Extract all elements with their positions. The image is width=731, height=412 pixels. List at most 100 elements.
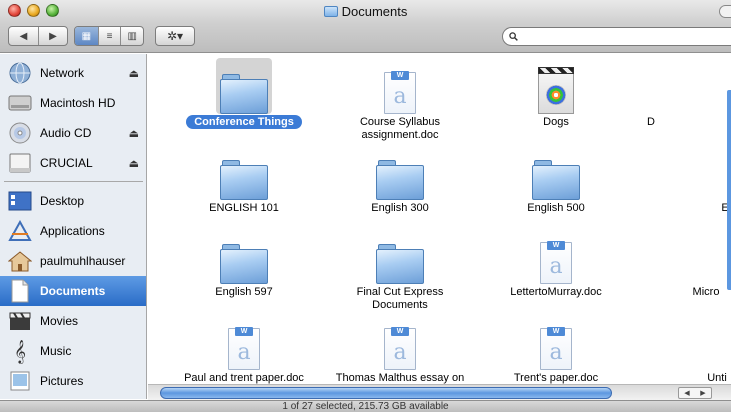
action-menu-button[interactable]: ✲▾ bbox=[155, 26, 195, 46]
file-name: Paul and trent paper.doc bbox=[184, 372, 304, 384]
sidebar-item-desktop[interactable]: Desktop bbox=[0, 186, 146, 216]
sidebar-item-music[interactable]: 𝄞 Music bbox=[0, 336, 146, 366]
word-document-icon: Wa bbox=[372, 58, 428, 114]
sidebar-item-crucial[interactable]: CRUCIAL ⏏ bbox=[0, 148, 146, 178]
file-item[interactable]: Final Cut Express Documents bbox=[330, 228, 470, 312]
search-field[interactable] bbox=[502, 27, 731, 46]
file-item[interactable]: Unti bbox=[703, 314, 731, 384]
external-drive-icon bbox=[7, 151, 33, 175]
file-name: ENGLISH 101 bbox=[209, 202, 279, 214]
partial-file-icon bbox=[641, 58, 661, 114]
file-name: English 597 bbox=[215, 286, 273, 298]
magnifier-icon bbox=[509, 32, 518, 41]
file-item[interactable]: Wa Thomas Malthus essay on bbox=[330, 314, 470, 384]
file-name: Course Syllabus assignment.doc bbox=[359, 116, 441, 141]
sidebar-item-home[interactable]: paulmuhlhauser bbox=[0, 246, 146, 276]
sidebar-item-label: Pictures bbox=[40, 374, 84, 388]
scroll-right-button[interactable]: ▶ bbox=[695, 388, 711, 398]
music-icon: 𝄞 bbox=[14, 339, 26, 363]
folder-icon bbox=[216, 228, 272, 284]
file-name: Thomas Malthus essay on bbox=[335, 372, 465, 384]
pictures-icon bbox=[7, 369, 33, 393]
file-item[interactable]: English 500 bbox=[486, 144, 626, 215]
file-item[interactable]: Wa Course Syllabus assignment.doc bbox=[330, 58, 470, 142]
network-globe-icon bbox=[7, 61, 33, 85]
scroll-left-button[interactable]: ◀ bbox=[679, 388, 695, 398]
file-item[interactable]: Wa Trent's paper.doc bbox=[486, 314, 626, 384]
scroll-arrows: ◀ ▶ bbox=[678, 387, 712, 399]
movies-icon bbox=[7, 309, 33, 333]
window-title: Documents bbox=[0, 4, 731, 19]
eject-icon[interactable]: ⏏ bbox=[129, 67, 139, 80]
sidebar-item-documents[interactable]: Documents bbox=[0, 276, 146, 306]
sidebar-item-label: Applications bbox=[40, 224, 105, 238]
file-name: Unti bbox=[707, 372, 727, 384]
sidebar: Network ⏏ Macintosh HD Audio CD ⏏ CRUCIA… bbox=[0, 54, 147, 399]
folder-icon bbox=[528, 144, 584, 200]
sidebar-resize-handle[interactable]: ◂ bbox=[146, 220, 147, 229]
eject-icon[interactable]: ⏏ bbox=[129, 157, 139, 170]
folder-icon bbox=[372, 144, 428, 200]
file-item[interactable]: Micro bbox=[681, 228, 731, 299]
word-document-icon: Wa bbox=[528, 314, 584, 370]
window-title-text: Documents bbox=[341, 4, 408, 19]
folder-icon bbox=[323, 6, 338, 17]
folder-icon bbox=[216, 58, 272, 114]
status-bar: 1 of 27 selected, 215.73 GB available bbox=[0, 400, 731, 412]
partial-file-icon bbox=[681, 228, 731, 284]
sidebar-item-label: Documents bbox=[40, 284, 106, 298]
sidebar-item-label: CRUCIAL bbox=[40, 156, 93, 170]
file-item[interactable]: English 597 bbox=[174, 228, 314, 299]
forward-button[interactable]: ▶ bbox=[37, 27, 67, 45]
file-item[interactable]: English 300 bbox=[330, 144, 470, 215]
search-input[interactable] bbox=[522, 30, 731, 43]
file-item[interactable]: Wa LettertoMurray.doc bbox=[486, 228, 626, 299]
view-mode-control: ▦ ≡ ▥ bbox=[74, 26, 144, 46]
file-name: LettertoMurray.doc bbox=[510, 286, 602, 298]
sidebar-item-pictures[interactable]: Pictures bbox=[0, 366, 146, 396]
eject-icon[interactable]: ⏏ bbox=[129, 127, 139, 140]
sidebar-item-label: Movies bbox=[40, 314, 79, 328]
word-document-icon: Wa bbox=[216, 314, 272, 370]
file-name: Dogs bbox=[543, 116, 569, 128]
cd-icon bbox=[7, 121, 33, 145]
file-name: Trent's paper.doc bbox=[513, 372, 599, 384]
sidebar-item-label: Network bbox=[40, 66, 85, 80]
file-item[interactable]: Dogs bbox=[486, 58, 626, 129]
list-view-button[interactable]: ≡ bbox=[97, 27, 121, 45]
word-document-icon: Wa bbox=[528, 228, 584, 284]
toolbar-toggle-button[interactable] bbox=[719, 5, 731, 18]
applications-icon bbox=[7, 219, 33, 243]
file-name: Micro bbox=[692, 286, 720, 298]
file-name: Conference Things bbox=[174, 115, 314, 129]
horizontal-scrollbar[interactable]: ◀ ▶ bbox=[148, 384, 731, 400]
file-item[interactable]: Conference Things bbox=[174, 58, 314, 129]
column-view-button[interactable]: ▥ bbox=[120, 27, 143, 45]
home-icon bbox=[7, 249, 33, 273]
back-button[interactable]: ◀ bbox=[9, 27, 38, 45]
hard-drive-icon bbox=[7, 91, 33, 115]
movie-file-icon bbox=[528, 58, 584, 114]
folder-icon bbox=[216, 144, 272, 200]
documents-icon bbox=[7, 279, 33, 303]
partial-file-icon bbox=[703, 314, 731, 370]
icon-view-button[interactable]: ▦ bbox=[75, 27, 98, 45]
sidebar-item-macintosh-hd[interactable]: Macintosh HD bbox=[0, 88, 146, 118]
vertical-scrollbar[interactable] bbox=[727, 90, 731, 290]
file-name: English 500 bbox=[527, 202, 585, 214]
back-forward-control: ◀ ▶ bbox=[8, 26, 68, 46]
sidebar-item-movies[interactable]: Movies bbox=[0, 306, 146, 336]
sidebar-item-label: Macintosh HD bbox=[40, 96, 116, 110]
file-item[interactable]: D bbox=[641, 58, 661, 129]
window-toolbar: Documents ◀ ▶ ▦ ≡ ▥ ✲▾ bbox=[0, 0, 731, 53]
file-item[interactable]: Wa Paul and trent paper.doc bbox=[174, 314, 314, 384]
file-name: D bbox=[647, 116, 655, 128]
file-item[interactable]: ENGLISH 101 bbox=[174, 144, 314, 215]
sidebar-item-network[interactable]: Network ⏏ bbox=[0, 58, 146, 88]
scrollbar-thumb[interactable] bbox=[160, 387, 612, 399]
sidebar-item-label: Music bbox=[40, 344, 72, 358]
sidebar-item-applications[interactable]: Applications bbox=[0, 216, 146, 246]
file-name: English 300 bbox=[371, 202, 429, 214]
sidebar-item-audio-cd[interactable]: Audio CD ⏏ bbox=[0, 118, 146, 148]
sidebar-item-label: Desktop bbox=[40, 194, 85, 208]
